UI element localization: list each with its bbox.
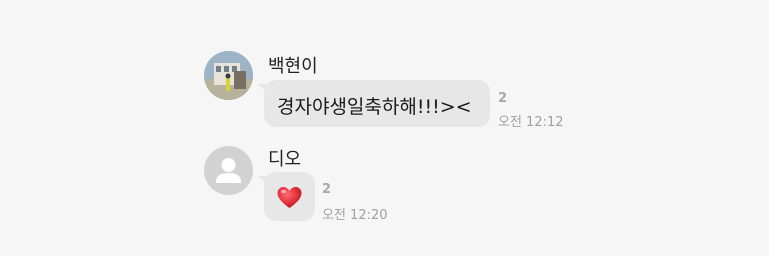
unread-count: 2 xyxy=(322,182,332,197)
message-timestamp: 오전 12:12 xyxy=(498,115,564,130)
message-text: 경자야생일축하해!!!>< xyxy=(277,96,472,118)
profile-photo-icon xyxy=(204,51,253,100)
sender-avatar-default[interactable] xyxy=(204,146,253,195)
sender-name: 디오 xyxy=(268,149,302,170)
sender-name: 백현이 xyxy=(268,56,318,77)
unread-count: 2 xyxy=(498,91,508,106)
sender-avatar-photo[interactable] xyxy=(204,51,253,100)
red-heart-emoji-icon xyxy=(277,187,302,208)
message-bubble[interactable] xyxy=(264,172,315,221)
message-bubble[interactable]: 경자야생일축하해!!!>< xyxy=(264,80,490,127)
message-timestamp: 오전 12:20 xyxy=(322,208,388,223)
default-person-icon xyxy=(216,158,241,183)
